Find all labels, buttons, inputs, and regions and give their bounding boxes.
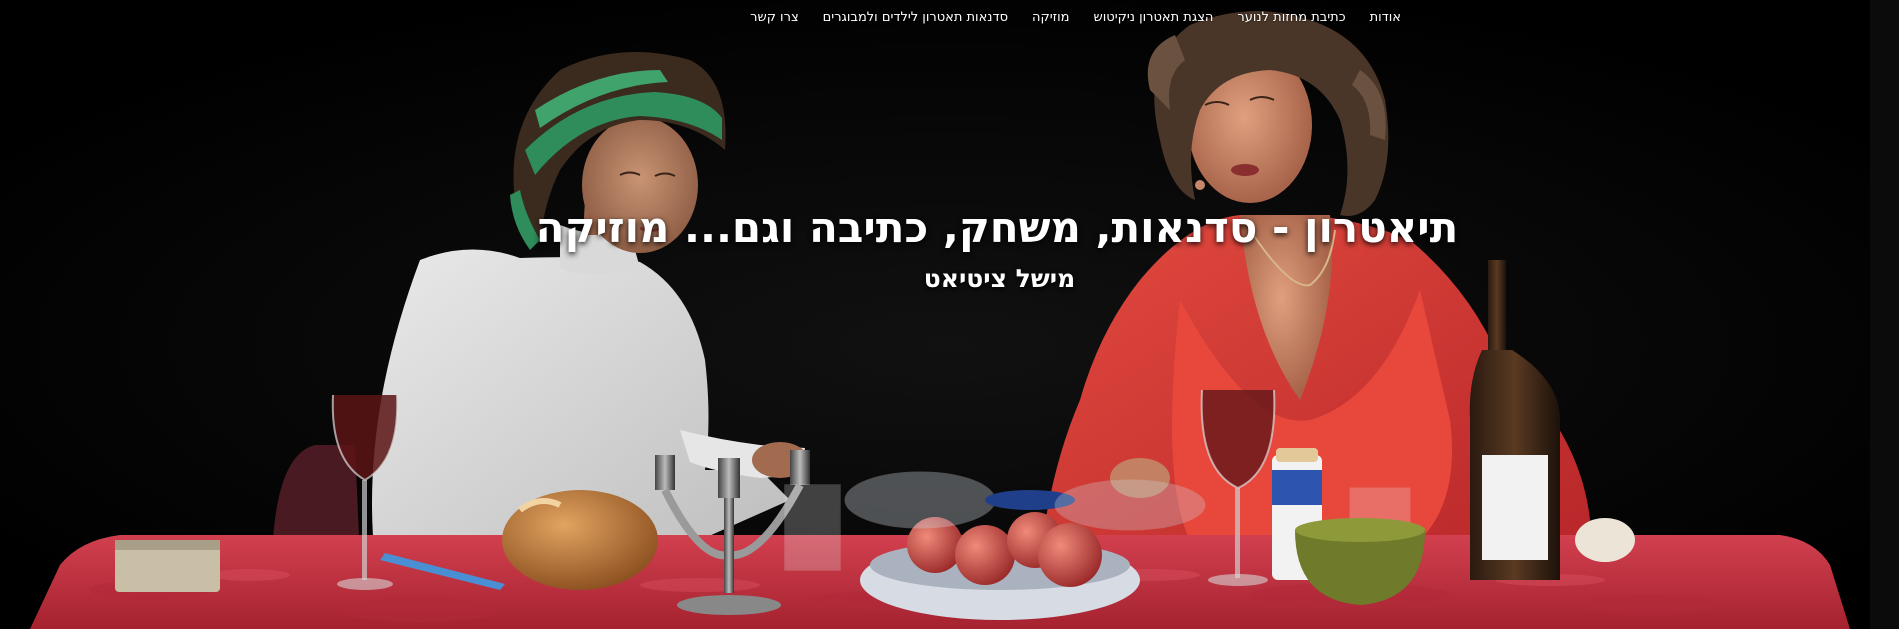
page-subtitle: מישל ציטיאט bbox=[923, 264, 1076, 293]
nav-link-music[interactable]: מוזיקה bbox=[1020, 9, 1082, 27]
page-title: תיאטרון - סדנאות, משחק, כתיבה וגם... מוז… bbox=[535, 203, 1459, 252]
nav-link-theater-workshops[interactable]: סדנאות תאטרון לילדים ולמבוגרים bbox=[811, 9, 1020, 27]
nav-link-contact[interactable]: צרו קשר bbox=[738, 9, 811, 27]
hero-section: אודות כתיבת מחזות לנוער הצגת תאטרון ניקי… bbox=[0, 0, 1899, 629]
top-navigation: אודות כתיבת מחזות לנוער הצגת תאטרון ניקי… bbox=[738, 9, 1413, 27]
nav-link-about[interactable]: אודות bbox=[1358, 9, 1413, 27]
hero-background-photo bbox=[0, 0, 1899, 629]
nav-link-youth-playwriting[interactable]: כתיבת מחזות לנוער bbox=[1225, 9, 1357, 27]
nav-link-nikitosh-show[interactable]: הצגת תאטרון ניקיטוש bbox=[1082, 9, 1226, 27]
hero-headline: תיאטרון - סדנאות, משחק, כתיבה וגם... מוז… bbox=[0, 200, 1899, 296]
